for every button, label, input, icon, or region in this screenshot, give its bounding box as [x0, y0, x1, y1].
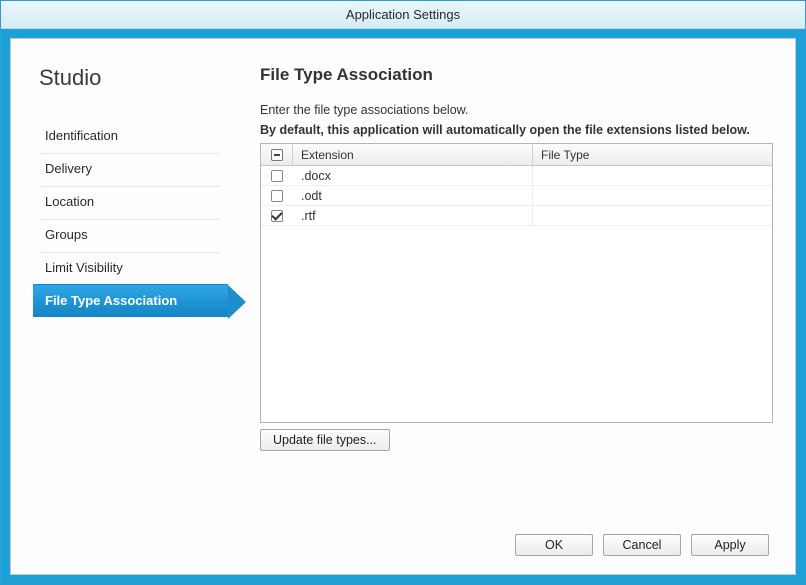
tristate-checkbox-icon: [271, 149, 283, 161]
table-row[interactable]: .odt: [261, 186, 772, 206]
update-file-types-button[interactable]: Update file types...: [260, 429, 390, 451]
sidebar-item-identification[interactable]: Identification: [33, 119, 228, 152]
row-extension: .docx: [293, 166, 533, 185]
checkbox-icon: [271, 190, 283, 202]
below-grid: Update file types...: [260, 429, 773, 451]
grid-header: Extension File Type: [261, 144, 772, 166]
hint-text-2: By default, this application will automa…: [260, 123, 773, 137]
active-arrow-icon: [228, 285, 246, 319]
table-row[interactable]: .docx: [261, 166, 772, 186]
sidebar-item-location[interactable]: Location: [33, 185, 228, 218]
checkbox-icon: [271, 210, 283, 222]
row-extension: .odt: [293, 186, 533, 205]
window-title: Application Settings: [346, 7, 460, 22]
dialog-button-row: OK Cancel Apply: [11, 518, 795, 574]
row-file-type: [533, 206, 772, 225]
grid-body: .docx .odt: [261, 166, 772, 422]
row-checkbox-cell[interactable]: [261, 186, 293, 205]
window-frame: Studio Identification Delivery Location …: [1, 29, 805, 584]
sidebar-item-file-type-association[interactable]: File Type Association: [33, 284, 228, 317]
row-file-type: [533, 186, 772, 205]
titlebar: Application Settings: [1, 1, 805, 29]
sidebar-heading: Studio: [33, 65, 228, 119]
table-row[interactable]: .rtf: [261, 206, 772, 226]
sidebar-item-label: Delivery: [45, 161, 92, 176]
sidebar-item-delivery[interactable]: Delivery: [33, 152, 228, 185]
sidebar-item-label: Limit Visibility: [45, 260, 123, 275]
row-extension: .rtf: [293, 206, 533, 225]
application-settings-window: Application Settings Studio Identificati…: [0, 0, 806, 585]
hint-text-1: Enter the file type associations below.: [260, 103, 773, 117]
sidebar-item-label: Groups: [45, 227, 88, 242]
sidebar-item-label: Identification: [45, 128, 118, 143]
file-type-grid: Extension File Type .docx: [260, 143, 773, 423]
sidebar: Studio Identification Delivery Location …: [33, 65, 228, 518]
row-checkbox-cell[interactable]: [261, 166, 293, 185]
header-extension[interactable]: Extension: [293, 144, 533, 165]
main-area: File Type Association Enter the file typ…: [228, 65, 773, 518]
apply-button[interactable]: Apply: [691, 534, 769, 556]
sidebar-item-label: File Type Association: [45, 293, 177, 308]
content-row: Studio Identification Delivery Location …: [11, 39, 795, 518]
page-title: File Type Association: [260, 65, 773, 85]
row-checkbox-cell[interactable]: [261, 206, 293, 225]
header-select-all[interactable]: [261, 144, 293, 165]
sidebar-item-limit-visibility[interactable]: Limit Visibility: [33, 251, 228, 284]
row-file-type: [533, 166, 772, 185]
sidebar-item-groups[interactable]: Groups: [33, 218, 228, 251]
header-file-type[interactable]: File Type: [533, 144, 772, 165]
ok-button[interactable]: OK: [515, 534, 593, 556]
cancel-button[interactable]: Cancel: [603, 534, 681, 556]
checkbox-icon: [271, 170, 283, 182]
sidebar-item-label: Location: [45, 194, 94, 209]
content-panel: Studio Identification Delivery Location …: [10, 38, 796, 575]
